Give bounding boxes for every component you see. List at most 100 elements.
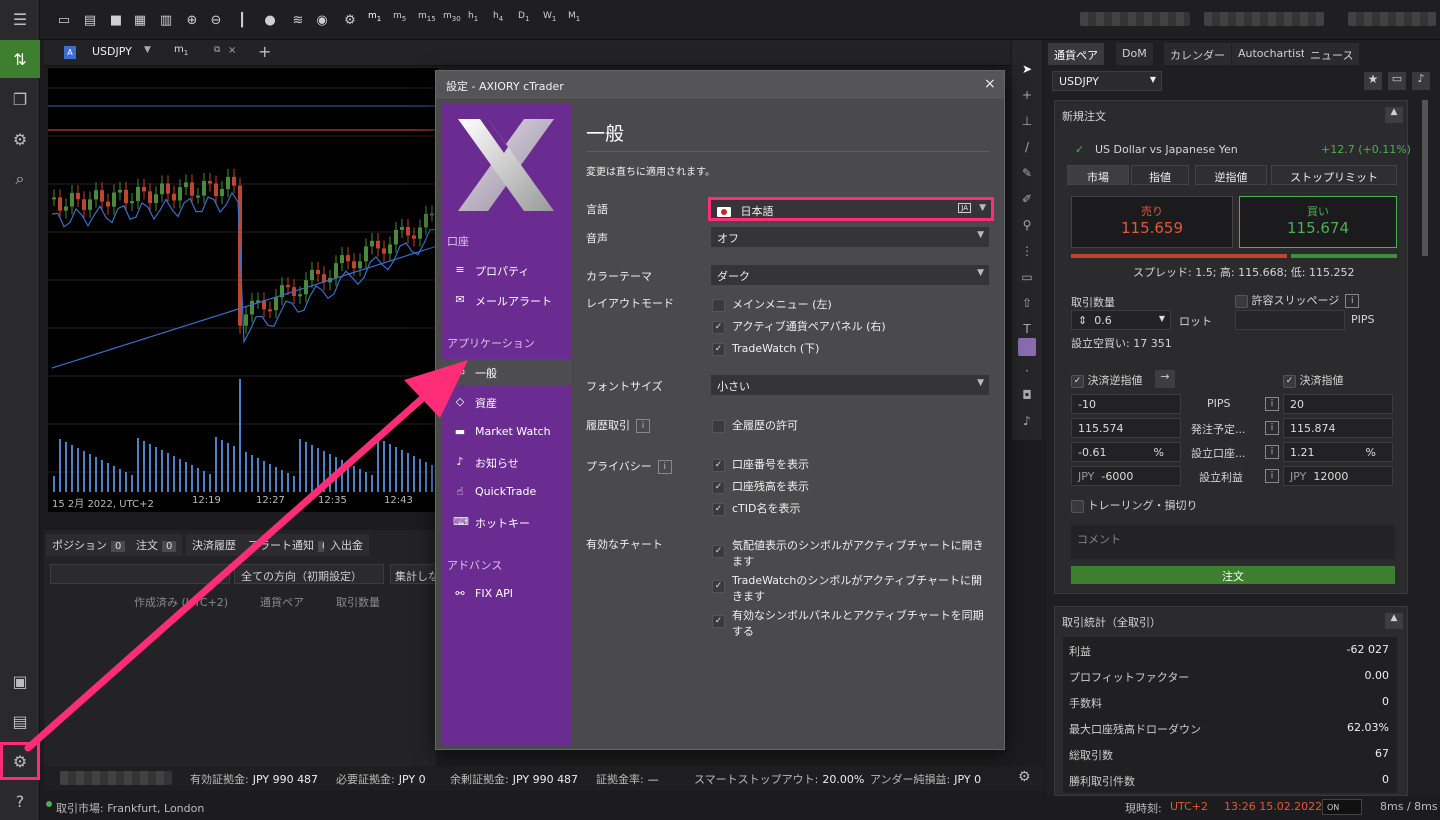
zoom-in-icon[interactable]: ⊕	[182, 10, 202, 30]
sell-button[interactable]: 売り 115.659	[1071, 196, 1233, 248]
share-icon[interactable]: ●	[260, 10, 280, 30]
detach-icon[interactable]: ⧉	[214, 45, 220, 55]
sl-pips-input[interactable]: -10	[1071, 394, 1181, 414]
timeframe-button[interactable]: m15	[418, 11, 436, 23]
privacy-option-balance[interactable]: ✓ 口座残高を表示	[712, 478, 809, 494]
menu-icon[interactable]: ☰	[0, 0, 40, 38]
positions-tab[interactable]: 注文 0	[130, 534, 183, 556]
group-filter[interactable]: 集計しな	[390, 564, 436, 584]
dot-icon[interactable]: ·	[1018, 362, 1036, 380]
collapse-icon[interactable]: ▲	[1385, 613, 1403, 629]
trendline-icon[interactable]: /	[1018, 138, 1036, 156]
hline-icon[interactable]: ⊥	[1018, 112, 1036, 130]
timeframe-button[interactable]: D1	[518, 11, 529, 23]
order-type-tab[interactable]: 逆指値	[1195, 165, 1267, 185]
arrow-right-icon[interactable]: →	[1155, 370, 1175, 388]
settings-gear-icon[interactable]: ⚙	[0, 742, 40, 780]
wallet-icon[interactable]: ▤	[0, 702, 40, 740]
color-swatch[interactable]	[1018, 338, 1036, 356]
layout-icon[interactable]: ▤	[80, 10, 100, 30]
chevron-down-icon[interactable]: ▼	[144, 45, 151, 55]
stop-loss-toggle[interactable]: ✓ 決済逆指値	[1071, 372, 1143, 388]
tp-amount-input[interactable]: JPY 12000	[1283, 466, 1393, 486]
status-settings-icon[interactable]: ⚙	[1018, 769, 1031, 785]
direction-filter[interactable]: 全ての方向（初期設定）	[234, 564, 384, 584]
add-tab-icon[interactable]: +	[258, 42, 271, 61]
eye-icon[interactable]: ◉	[312, 10, 332, 30]
sl-price-input[interactable]: 115.574	[1071, 418, 1181, 438]
info-icon[interactable]: i	[1265, 469, 1279, 483]
trailing-stop-toggle[interactable]: トレーリング・損切り	[1071, 497, 1198, 513]
privacy-option-ctid[interactable]: ✓ cTID名を表示	[712, 500, 800, 516]
sidebar-item-assets[interactable]: ◇ 資産	[442, 389, 571, 415]
layers-icon[interactable]: ≋	[288, 10, 308, 30]
cursor-icon[interactable]: ➤	[1018, 60, 1036, 78]
chart-symbol[interactable]: USDJPY	[92, 45, 132, 58]
grid-icon[interactable]: ▦	[130, 10, 150, 30]
layout-option-active-panel[interactable]: ✓ アクティブ通貨ペアパネル (右)	[712, 318, 886, 334]
submit-order-button[interactable]: 注文	[1071, 566, 1395, 584]
privacy-option-account-number[interactable]: ✓ 口座番号を表示	[712, 456, 809, 472]
cashier-icon[interactable]: ▣	[0, 662, 40, 700]
order-type-tab[interactable]: ストップリミット	[1271, 165, 1397, 185]
positions-tab[interactable]: 決済履歴	[186, 534, 242, 556]
charts-option-tradewatch[interactable]: ✓ TradeWatchのシンボルがアクティブチャートに開きます	[712, 572, 986, 604]
rectangle-icon[interactable]: ▭	[1018, 268, 1036, 286]
timeframe-button[interactable]: W1	[543, 11, 556, 23]
timezone[interactable]: UTC+2	[1170, 800, 1208, 813]
connection-toggle[interactable]: ON	[1322, 799, 1362, 815]
new-chart-icon[interactable]: ▭	[54, 10, 74, 30]
history-option[interactable]: 全履歴の許可	[712, 417, 798, 433]
positions-tab[interactable]: ポジション 0	[46, 534, 132, 556]
brush-icon[interactable]: ✐	[1018, 190, 1036, 208]
theme-select[interactable]: ダーク ▼	[711, 265, 989, 285]
text-icon[interactable]: T	[1018, 320, 1036, 338]
info-icon[interactable]: i	[1265, 445, 1279, 459]
column-header[interactable]: 取引数量	[336, 594, 380, 610]
copy-icon[interactable]: ❐	[0, 80, 40, 118]
language-select[interactable]: 日本語 JA ▼	[708, 197, 994, 221]
layout-option-tradewatch[interactable]: ✓ TradeWatch (下)	[712, 340, 819, 356]
charts-option-watchlist[interactable]: ✓ 気配値表示のシンボルがアクティブチャートに開きます	[712, 537, 986, 569]
slippage-input[interactable]	[1235, 310, 1345, 330]
alert-icon[interactable]: ♪	[1412, 72, 1430, 90]
chart-timeframe[interactable]: m1	[174, 44, 188, 57]
pen-icon[interactable]: ✎	[1018, 164, 1036, 182]
sidebar-item-general[interactable]: ▭ 一般	[442, 359, 571, 385]
arrow-icon[interactable]: ⇧	[1018, 294, 1036, 312]
timeframe-button[interactable]: m5	[393, 11, 406, 23]
positions-search-input[interactable]: ⌕	[50, 564, 230, 584]
order-type-tab[interactable]: 市場	[1067, 165, 1129, 185]
sound-select[interactable]: オフ ▼	[711, 227, 989, 247]
candles-icon[interactable]: ┃	[232, 10, 252, 30]
right-tab[interactable]: Autochartist	[1232, 43, 1312, 65]
right-tab[interactable]: 通貨ペア	[1048, 43, 1104, 65]
sidebar-item-notifications[interactable]: ♪ お知らせ	[442, 449, 571, 475]
charts-option-sync[interactable]: ✓ 有効なシンボルパネルとアクティブチャートを同期する	[712, 607, 986, 639]
bell-icon[interactable]: ♪	[1018, 412, 1036, 430]
timeframe-button[interactable]: M1	[568, 11, 580, 23]
slippage-label[interactable]: 許容スリッページ i	[1235, 292, 1360, 308]
buy-button[interactable]: 買い 115.674	[1239, 196, 1397, 248]
sidebar-item-properties[interactable]: ≡ プロパティ	[442, 257, 571, 283]
positions-tab[interactable]: 入出金	[324, 534, 369, 556]
chart-settings-icon[interactable]: ⚙	[340, 10, 360, 30]
price-chart[interactable]	[48, 68, 438, 512]
split-icon[interactable]: ▥	[156, 10, 176, 30]
timeframe-button[interactable]: h4	[493, 11, 503, 23]
font-size-select[interactable]: 小さい ▼	[711, 375, 989, 395]
sidebar-item-fix-api[interactable]: ⚯ FIX API	[442, 581, 571, 607]
take-profit-toggle[interactable]: ✓ 決済指値	[1283, 372, 1344, 388]
qty-stepper[interactable]: ⇕ 0.6 ▼	[1071, 310, 1171, 330]
sidebar-item-market-watch[interactable]: ▬ Market Watch	[442, 419, 571, 445]
help-icon[interactable]: ?	[0, 782, 40, 820]
tp-percent-input[interactable]: 1.21%	[1283, 442, 1393, 462]
info-icon[interactable]: i	[1265, 397, 1279, 411]
single-chart-icon[interactable]: ■	[106, 10, 126, 30]
timeframe-button[interactable]: m30	[443, 11, 461, 23]
sl-percent-input[interactable]: -0.61%	[1071, 442, 1181, 462]
timeframe-button[interactable]: h1	[468, 11, 478, 23]
tp-pips-input[interactable]: 20	[1283, 394, 1393, 414]
close-tab-icon[interactable]: ×	[228, 45, 236, 56]
right-tab[interactable]: ニュース	[1304, 43, 1360, 65]
